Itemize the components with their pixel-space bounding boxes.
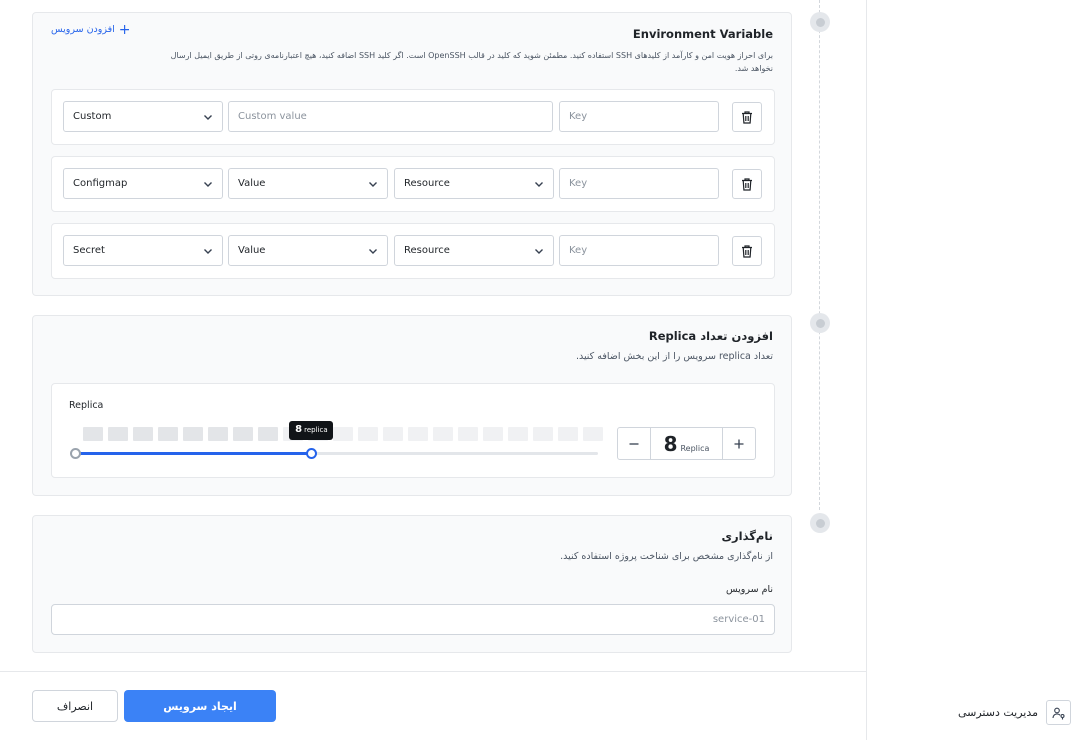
histogram-bar: [408, 427, 428, 441]
key-input[interactable]: Key: [559, 235, 719, 266]
slider-handle[interactable]: [305, 448, 317, 459]
histogram-bar: [483, 427, 503, 441]
replica-value: 8: [663, 432, 678, 456]
env-description: برای احراز هویت امن و کارآمد از کلیدهای …: [170, 51, 773, 73]
delete-row-button[interactable]: [732, 102, 762, 132]
main-content: Environment Variable + افزودن سرویس برای…: [0, 0, 866, 740]
value-select-value: Value: [238, 245, 266, 256]
cancel-button[interactable]: انصراف: [32, 690, 118, 722]
type-select-value: Configmap: [73, 178, 128, 189]
histogram-bar: [208, 427, 228, 441]
resource-select-value: Resource: [404, 178, 450, 189]
naming-description: از نام‌گذاری مشخص برای شناخت پروژه استفا…: [560, 551, 773, 562]
step-indicator-replica: [810, 313, 830, 333]
decrement-button[interactable]: [618, 428, 651, 459]
replica-description: تعداد replica سرویس را از این بخش اضافه …: [575, 351, 773, 362]
resource-select[interactable]: Resource: [394, 235, 554, 266]
access-management-item[interactable]: مدیریت دسترسی: [958, 700, 1071, 725]
type-select[interactable]: Custom: [63, 101, 223, 132]
histogram-bar: [258, 427, 278, 441]
step-indicator-env: [810, 12, 830, 32]
chevron-down-icon: [204, 249, 212, 254]
replica-title: افزودن تعداد Replica: [648, 329, 773, 343]
add-env-label: افزودن سرویس: [51, 24, 115, 35]
create-service-button[interactable]: ایجاد سرویس: [124, 690, 276, 722]
env-row: Secret Value Resource Key: [51, 223, 775, 279]
histogram-bar: [233, 427, 253, 441]
custom-value-input[interactable]: Custom value: [228, 101, 553, 132]
naming-card: نام‌گذاری از نام‌گذاری مشخص برای شناخت پ…: [32, 515, 792, 653]
tooltip-unit: replica: [304, 426, 328, 434]
chevron-down-icon: [535, 182, 543, 187]
histogram-bar: [508, 427, 528, 441]
env-variable-card: Environment Variable + افزودن سرویس برای…: [32, 12, 792, 296]
replica-card: افزودن تعداد Replica تعداد replica سرویس…: [32, 315, 792, 496]
right-sidebar: [866, 0, 1090, 740]
replica-histogram: [83, 427, 603, 441]
value-select[interactable]: Value: [228, 235, 388, 266]
env-title: Environment Variable: [632, 27, 773, 41]
slider-start-handle[interactable]: [70, 448, 81, 459]
key-input[interactable]: Key: [559, 101, 719, 132]
replica-value-display[interactable]: 8 Replica: [651, 428, 722, 459]
plus-icon: [734, 439, 744, 448]
histogram-bar: [358, 427, 378, 441]
user-key-icon: [1046, 700, 1071, 725]
trash-icon: [742, 177, 752, 191]
chevron-down-icon: [535, 249, 543, 254]
key-input[interactable]: Key: [559, 168, 719, 199]
service-name-label: نام سرویس: [726, 584, 773, 595]
histogram-bar: [133, 427, 153, 441]
chevron-down-icon: [204, 115, 212, 120]
chevron-down-icon: [369, 182, 377, 187]
env-row: Configmap Value Resource Key: [51, 156, 775, 212]
type-select[interactable]: Configmap: [63, 168, 223, 199]
chevron-down-icon: [369, 249, 377, 254]
type-select-value: Secret: [73, 245, 105, 256]
type-select[interactable]: Secret: [63, 235, 223, 266]
plus-icon: +: [118, 21, 131, 38]
replica-stepper: 8 Replica: [617, 427, 756, 460]
naming-title: نام‌گذاری: [721, 529, 774, 543]
step-indicator-naming: [810, 513, 830, 533]
replica-control: Replica 8 replica 8 Replica: [51, 383, 775, 478]
form-footer: انصراف ایجاد سرویس: [0, 671, 866, 740]
slider-tooltip: 8 replica: [289, 421, 334, 440]
trash-icon: [742, 110, 752, 124]
resource-select-value: Resource: [404, 245, 450, 256]
trash-icon: [742, 244, 752, 258]
resource-select[interactable]: Resource: [394, 168, 554, 199]
slider-fill: [75, 452, 312, 455]
histogram-bar: [583, 427, 603, 441]
histogram-bar: [458, 427, 478, 441]
value-select-value: Value: [238, 178, 266, 189]
access-management-label: مدیریت دسترسی: [957, 706, 1038, 719]
chevron-down-icon: [204, 182, 212, 187]
tooltip-value: 8: [295, 424, 303, 435]
replica-label: Replica: [69, 400, 104, 411]
histogram-bar: [558, 427, 578, 441]
histogram-bar: [433, 427, 453, 441]
replica-unit: Replica: [680, 444, 710, 453]
histogram-bar: [533, 427, 553, 441]
env-row: Custom Custom value Key: [51, 89, 775, 145]
histogram-bar: [108, 427, 128, 441]
histogram-bar: [158, 427, 178, 441]
histogram-bar: [383, 427, 403, 441]
service-name-input[interactable]: service-01: [51, 604, 775, 635]
histogram-bar: [183, 427, 203, 441]
minus-icon: [629, 442, 639, 445]
delete-row-button[interactable]: [732, 236, 762, 266]
histogram-bar: [333, 427, 353, 441]
histogram-bar: [83, 427, 103, 441]
increment-button[interactable]: [722, 428, 755, 459]
step-timeline: [819, 0, 821, 510]
add-env-button[interactable]: + افزودن سرویس: [51, 21, 131, 38]
delete-row-button[interactable]: [732, 169, 762, 199]
value-select[interactable]: Value: [228, 168, 388, 199]
type-select-value: Custom: [73, 111, 112, 122]
